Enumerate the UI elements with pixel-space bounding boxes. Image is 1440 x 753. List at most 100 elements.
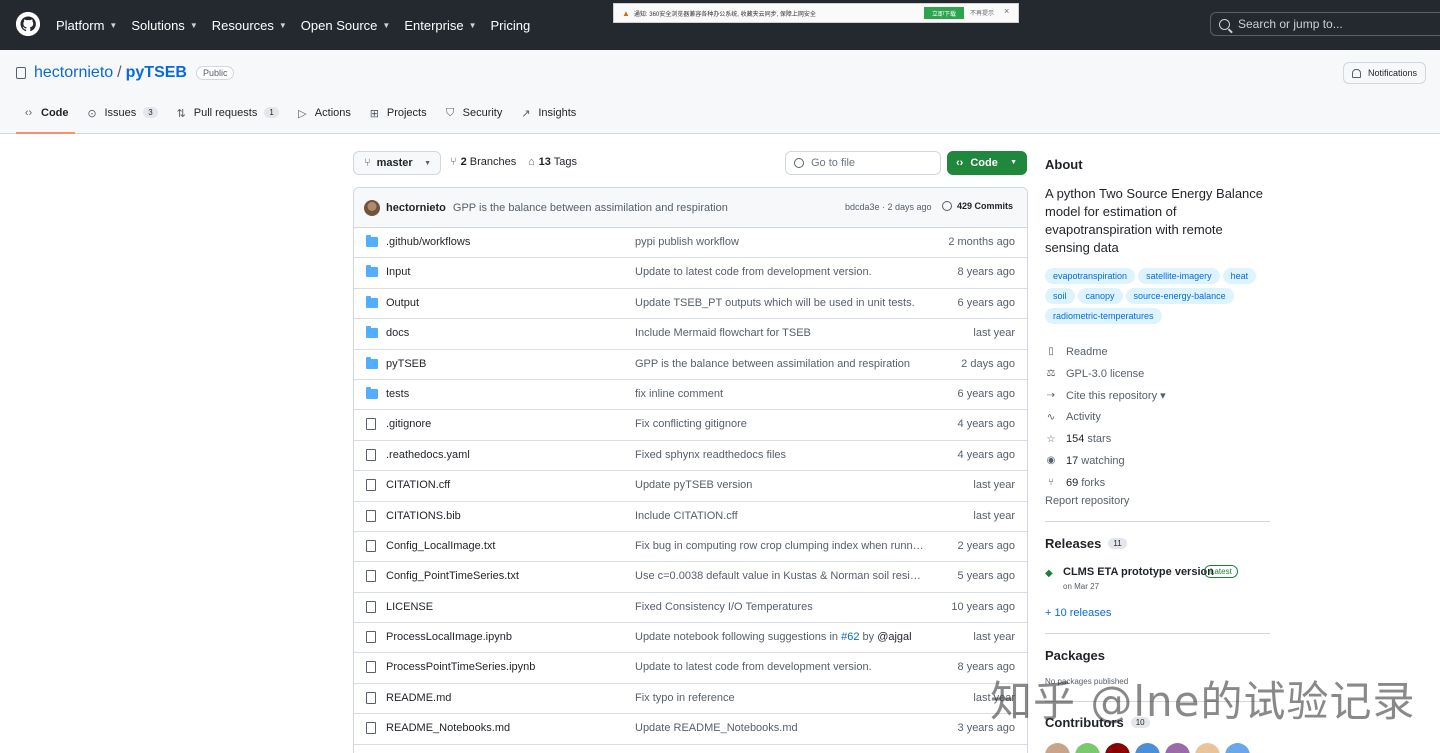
avatar[interactable] <box>1165 743 1190 753</box>
file-name-link[interactable]: .github/workflows <box>386 236 470 248</box>
commit-message-link[interactable]: pypi publish workflow <box>635 236 925 248</box>
topic-tag[interactable]: canopy <box>1077 288 1123 304</box>
meta-fork[interactable]: ⑂ 69 forks <box>1045 472 1270 494</box>
commit-message-link[interactable]: Include Mermaid flowchart for TSEB <box>635 327 925 339</box>
go-to-file-input[interactable]: Go to file <box>785 151 941 175</box>
user-mention-link[interactable]: @ajgal <box>877 631 911 643</box>
file-name-link[interactable]: ProcessLocalImage.ipynb <box>386 631 512 643</box>
commits-history-link[interactable]: 429 Commits <box>942 201 1013 211</box>
avatar[interactable] <box>1075 743 1100 753</box>
releases-heading[interactable]: Releases 11 <box>1045 536 1127 551</box>
commit-message-link[interactable]: Fixed sphynx readthedocs files <box>635 449 925 461</box>
commit-message-link[interactable]: Update to latest code from development v… <box>635 661 925 673</box>
table-row[interactable]: README_Notebooks.md Update README_Noteboo… <box>354 714 1027 745</box>
commit-message-link[interactable]: Update pyTSEB version <box>635 479 925 491</box>
file-name-link[interactable]: tests <box>386 388 409 400</box>
commit-message-link[interactable]: GPP is the balance between assimilation … <box>453 202 728 214</box>
tags-link[interactable]: ⌂ 13 Tags <box>528 156 577 168</box>
file-name-link[interactable]: README.md <box>386 692 451 704</box>
tab-actions[interactable]: ▷ Actions <box>290 102 357 134</box>
file-name-link[interactable]: LICENSE <box>386 601 433 613</box>
table-row[interactable]: CITATIONS.bib Include CITATION.cff last ye… <box>354 502 1027 532</box>
file-name-link[interactable]: ProcessPointTimeSeries.ipynb <box>386 661 535 673</box>
file-name-link[interactable]: Config_PointTimeSeries.txt <box>386 570 519 582</box>
meta-book[interactable]: ▯ Readme <box>1045 341 1270 363</box>
file-name-link[interactable]: Config_LocalImage.txt <box>386 540 495 552</box>
table-row[interactable]: .gitignore Fix conflicting gitignore 4 yea… <box>354 410 1027 441</box>
commit-message-link[interactable]: Update README_Notebooks.md <box>635 722 925 734</box>
tab-projects[interactable]: ⊞ Projects <box>362 102 433 134</box>
file-name-link[interactable]: Input <box>386 266 410 278</box>
commit-message-link[interactable]: Fix typo in reference <box>635 692 925 704</box>
avatar[interactable] <box>364 199 380 216</box>
meta-law[interactable]: ⚖ GPL-3.0 license <box>1045 363 1270 385</box>
file-name-link[interactable]: .gitignore <box>386 418 431 430</box>
search-input[interactable]: Search or jump to... <box>1210 12 1440 36</box>
banner-download-button[interactable]: 立即下载 <box>924 7 964 19</box>
banner-dismiss-link[interactable]: 不再提示 <box>970 8 994 17</box>
table-row[interactable]: ProcessLocalImage.ipynb Update notebook f… <box>354 623 1027 654</box>
table-row[interactable]: README.md Fix typo in reference last year <box>354 684 1027 715</box>
commit-message-link[interactable]: Fix conflicting gitignore <box>635 418 925 430</box>
avatar[interactable] <box>1135 743 1160 753</box>
table-row[interactable]: CITATION.cff Update pyTSEB version last ye… <box>354 471 1027 502</box>
table-row[interactable]: docs Include Mermaid flowchart for TSEB la… <box>354 319 1027 350</box>
topic-tag[interactable]: source-energy-balance <box>1125 288 1234 304</box>
tab-insights[interactable]: ↗ Insights <box>513 102 582 134</box>
commit-message-link[interactable]: Fix bug in computing row crop clumping i… <box>635 540 925 552</box>
meta-cite[interactable]: ⇢ Cite this repository ▾ <box>1045 385 1270 407</box>
file-name-link[interactable]: Output <box>386 297 419 309</box>
tab-security[interactable]: ⛉ Security <box>438 102 509 134</box>
commit-message-link[interactable]: fix inline comment <box>635 388 925 400</box>
commit-message-link[interactable]: Use c=0.0038 default value in Kustas & N… <box>635 570 925 582</box>
report-repository-link[interactable]: Report repository <box>1045 495 1129 507</box>
commit-meta[interactable]: bdcda3e · 2 days ago <box>845 202 932 212</box>
table-row[interactable]: LICENSE Fixed Consistency I/O Temperature… <box>354 593 1027 624</box>
topic-tag[interactable]: satellite-imagery <box>1138 268 1220 284</box>
table-row[interactable]: Config_PointTimeSeries.txt Use c=0.0038 d… <box>354 562 1027 593</box>
commit-message-link[interactable]: Include CITATION.cff <box>635 510 925 522</box>
meta-eye[interactable]: ◉ 17 watching <box>1045 450 1270 472</box>
tab-issues[interactable]: ⊙ Issues 3 <box>80 102 164 134</box>
nav-item-solutions[interactable]: Solutions ▼ <box>131 18 197 33</box>
nav-item-platform[interactable]: Platform ▼ <box>56 18 117 33</box>
topic-tag[interactable]: radiometric-temperatures <box>1045 308 1162 324</box>
meta-star[interactable]: ☆ 154 stars <box>1045 428 1270 450</box>
commit-message-link[interactable]: Update TSEB_PT outputs which will be use… <box>635 297 925 309</box>
github-logo-icon[interactable] <box>16 12 40 36</box>
nav-item-enterprise[interactable]: Enterprise ▼ <box>404 18 476 33</box>
tab-pull-requests[interactable]: ⇅ Pull requests 1 <box>169 102 285 134</box>
more-releases-link[interactable]: + 10 releases <box>1045 607 1111 619</box>
avatar[interactable] <box>1105 743 1130 753</box>
code-dropdown-button[interactable]: ‹› Code ▼ <box>947 151 1027 175</box>
table-row[interactable]: Input Update to latest code from developm… <box>354 258 1027 289</box>
meta-pulse[interactable]: ∿ Activity <box>1045 406 1270 428</box>
avatar[interactable] <box>1045 743 1070 753</box>
file-name-link[interactable]: CITATIONS.bib <box>386 510 461 522</box>
table-row[interactable]: tests fix inline comment 6 years ago <box>354 380 1027 411</box>
table-row[interactable]: .github/workflows pypi publish workflow 2 … <box>354 228 1027 259</box>
file-name-link[interactable]: CITATION.cff <box>386 479 450 491</box>
commit-message-link[interactable]: GPP is the balance between assimilation … <box>635 358 925 370</box>
avatar[interactable] <box>1195 743 1220 753</box>
commit-message-link[interactable]: Update to latest code from development v… <box>635 266 925 278</box>
notifications-button[interactable]: Notifications <box>1343 62 1427 84</box>
file-name-link[interactable]: pyTSEB <box>386 358 426 370</box>
repo-name-link[interactable]: pyTSEB <box>126 64 187 82</box>
commit-message-link[interactable]: Update notebook following suggestions in… <box>635 631 925 643</box>
banner-close-icon[interactable]: × <box>1004 6 1009 16</box>
branch-select-button[interactable]: ⑂ master ▼ <box>353 151 441 175</box>
table-row[interactable]: .reathedocs.yaml Fixed sphynx readthedocs… <box>354 441 1027 472</box>
file-name-link[interactable]: .reathedocs.yaml <box>386 449 470 461</box>
file-name-link[interactable]: README_Notebooks.md <box>386 722 510 734</box>
packages-heading[interactable]: Packages <box>1045 648 1105 663</box>
topic-tag[interactable]: heat <box>1222 268 1257 284</box>
file-name-link[interactable]: docs <box>386 327 409 339</box>
table-row[interactable]: ProcessPointTimeSeries.ipynb Update to la… <box>354 653 1027 684</box>
nav-item-resources[interactable]: Resources ▼ <box>212 18 287 33</box>
repo-owner-link[interactable]: hectornieto <box>34 64 113 82</box>
commit-message-link[interactable]: Fixed Consistency I/O Temperatures <box>635 601 925 613</box>
issue-link[interactable]: #62 <box>841 631 859 643</box>
topic-tag[interactable]: soil <box>1045 288 1075 304</box>
topic-tag[interactable]: evapotranspiration <box>1045 268 1136 284</box>
